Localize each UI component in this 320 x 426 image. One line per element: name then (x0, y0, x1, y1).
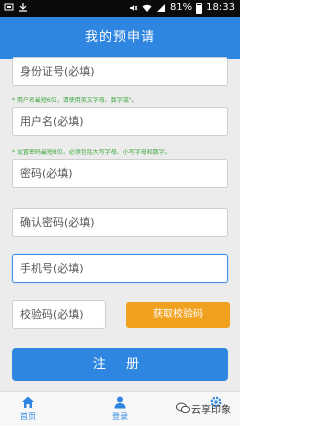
confirm-password-field[interactable]: 确认密码(必填) (12, 208, 228, 237)
wifi-icon (142, 4, 152, 12)
user-icon (114, 396, 126, 409)
confirm-password-placeholder: 确认密码(必填) (20, 216, 95, 229)
nav-label-login: 登录 (112, 412, 128, 421)
username-hint: * 用户名最短6位，请使用英文字母、数字或"。 (12, 97, 138, 104)
battery-percent: 81% (169, 2, 193, 13)
nav-item-login[interactable]: 登录 (100, 395, 140, 423)
password-field[interactable]: 密码(必填) (12, 159, 228, 188)
username-placeholder: 用户名(必填) (20, 115, 84, 128)
signal-icon (156, 4, 165, 12)
clock: 18:33 (206, 2, 235, 13)
home-icon (22, 396, 34, 408)
verification-code-field[interactable]: 校验码(必填) (12, 300, 106, 329)
page-title: 我的预申请 (84, 30, 155, 45)
status-notifications (4, 2, 28, 12)
password-placeholder: 密码(必填) (20, 167, 73, 180)
nav-label-home: 首页 (20, 412, 36, 421)
username-field[interactable]: 用户名(必填) (12, 107, 228, 136)
registration-form: 身份证号(必填) * 用户名最短6位，请使用英文字母、数字或"。 用户名(必填)… (0, 57, 240, 391)
watermark-text: 云享印象 (191, 405, 231, 416)
nav-item-home[interactable]: 首页 (8, 395, 48, 423)
battery-icon (196, 2, 203, 14)
mute-icon (129, 5, 138, 11)
watermark: 云享印象 (176, 398, 238, 418)
get-code-button[interactable]: 获取校验码 (126, 302, 230, 328)
register-button[interactable]: 注 册 (12, 348, 228, 381)
password-hint: * 设置密码最短8位，必须包括大写字母、小写字母和数字。 (12, 149, 171, 156)
phone-field[interactable]: 手机号(必填) (12, 254, 228, 283)
verification-code-placeholder: 校验码(必填) (20, 308, 84, 321)
status-system: 81% 18:33 (128, 2, 235, 14)
wechat-icon (176, 402, 190, 414)
app-header: 我的预申请 (0, 17, 240, 59)
status-bar: 81% 18:33 (0, 0, 240, 17)
id-card-field[interactable]: 身份证号(必填) (12, 57, 228, 86)
id-card-placeholder: 身份证号(必填) (20, 65, 95, 78)
notification-icon (4, 3, 14, 11)
phone-placeholder: 手机号(必填) (20, 262, 84, 275)
download-icon (19, 3, 27, 12)
